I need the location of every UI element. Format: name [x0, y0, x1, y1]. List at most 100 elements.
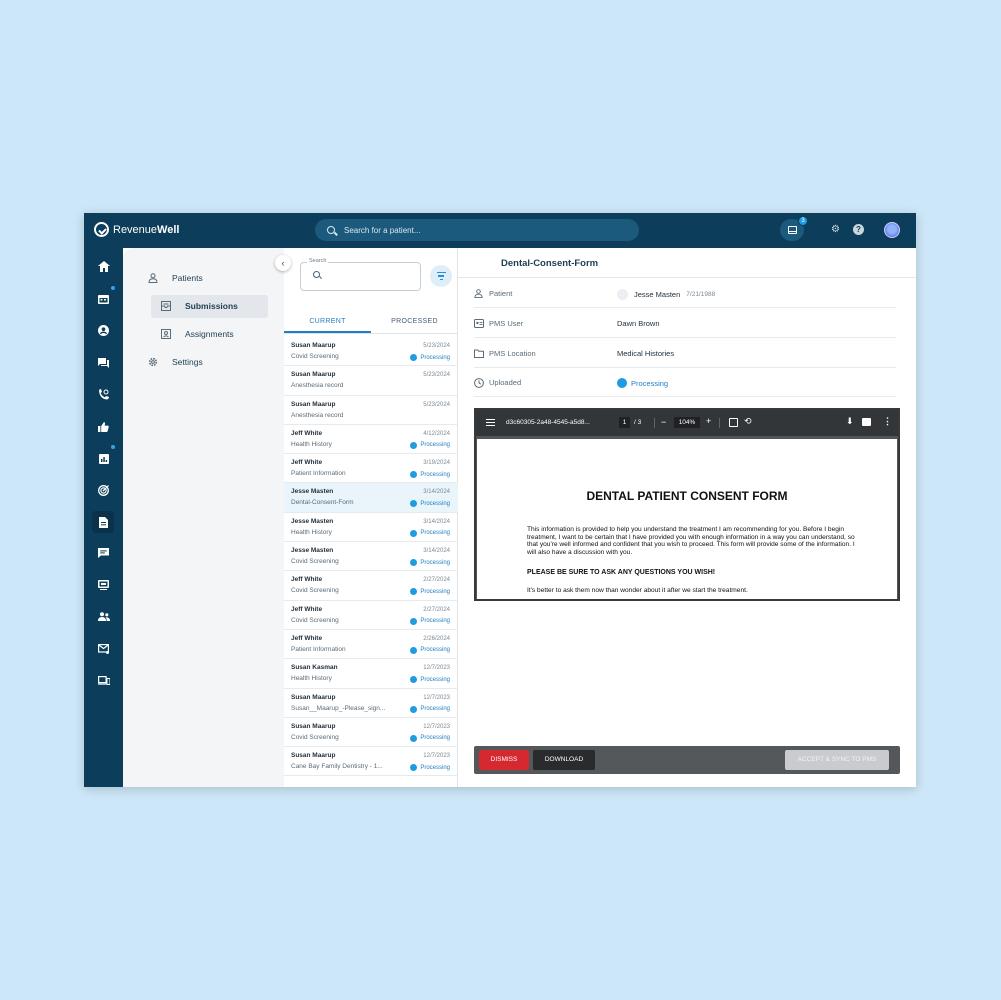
home-icon[interactable]: [96, 259, 111, 274]
patient-search-placeholder: Search for a patient...: [344, 225, 421, 235]
list-item-date: 2/26/2024: [423, 635, 450, 642]
list-item[interactable]: Jesse Masten Dental-Consent-Form 3/14/2024…: [284, 483, 458, 513]
patient-avatar: [617, 289, 628, 300]
inbox-icon: [787, 226, 797, 234]
list-item[interactable]: Jeff White Patient Information 2/26/2024 Pr…: [284, 630, 458, 660]
dismiss-button[interactable]: DISMISS: [479, 750, 529, 770]
user-avatar[interactable]: [884, 222, 900, 238]
list-item-form: Patient Information: [291, 470, 346, 478]
processing-icon: [410, 559, 418, 567]
list-item-form: Health History: [291, 440, 332, 448]
calendar-icon[interactable]: [96, 291, 111, 306]
search-icon: [313, 271, 320, 278]
list-item-status-text: Processing: [420, 764, 450, 771]
more-vertical-icon[interactable]: ⋮: [883, 416, 892, 427]
patient-field: Patient Jesse Masten 7/21/1988: [474, 279, 896, 308]
list-item-form: Anesthesia record: [291, 411, 344, 419]
list-item-status-text: Processing: [420, 588, 450, 595]
app-window: RevenueWell Search for a patient... 3 ⚙ …: [84, 213, 916, 787]
list-item[interactable]: Susan Maarup Covid Screening 12/7/2023 Proc…: [284, 718, 458, 748]
group-icon[interactable]: [96, 609, 111, 624]
nav-assignments[interactable]: Assignments: [161, 329, 234, 339]
list-item-date: 2/27/2024: [423, 577, 450, 584]
list-item-date: 12/7/2023: [423, 753, 450, 760]
person-icon: [474, 289, 483, 298]
fit-page-icon[interactable]: [729, 418, 738, 427]
pdf-page-input[interactable]: 1: [619, 417, 630, 428]
tab-processed[interactable]: PROCESSED: [371, 310, 458, 333]
divider: [719, 418, 720, 428]
zoom-out-icon[interactable]: −: [661, 417, 666, 427]
patient-value[interactable]: Jesse Masten 7/21/1988: [617, 289, 715, 300]
menu-icon[interactable]: [486, 419, 495, 426]
download-button[interactable]: DOWNLOAD: [533, 750, 595, 770]
list-item[interactable]: Jeff White Health History 4/12/2024 Process…: [284, 425, 458, 455]
list-item-date: 2/27/2024: [423, 606, 450, 613]
list-item[interactable]: Susan Kasman Health History 12/7/2023 Proce…: [284, 659, 458, 689]
patient-search-input[interactable]: Search for a patient...: [315, 219, 639, 241]
nav-submissions[interactable]: Submissions: [161, 301, 238, 311]
filter-icon-line: [438, 275, 444, 277]
rotate-icon[interactable]: ⟲: [744, 416, 752, 427]
processing-icon: [410, 764, 418, 772]
pdf-zoom-level[interactable]: 104%: [674, 417, 700, 428]
processing-icon: [410, 441, 418, 449]
nav-panel: Patients Submissions Assignments Setting…: [123, 248, 284, 787]
target-icon[interactable]: [96, 483, 111, 498]
nav-patients[interactable]: Patients: [148, 273, 203, 283]
nav-settings[interactable]: Settings: [148, 357, 203, 367]
uploaded-field: Uploaded Processing: [474, 368, 896, 397]
download-icon[interactable]: ⬇: [846, 416, 854, 427]
message-icon[interactable]: [96, 545, 111, 560]
account-circle-icon[interactable]: [96, 323, 111, 338]
list-item-status: Processing: [410, 529, 450, 537]
print-icon[interactable]: [862, 418, 871, 426]
document-paragraph: This information is provided to help you…: [527, 526, 855, 556]
accept-sync-button[interactable]: ACCEPT & SYNC TO PMS: [785, 750, 889, 770]
pdf-page-total: / 3: [634, 419, 642, 426]
list-item[interactable]: Susan Maarup Cane Bay Family Dentistry - …: [284, 747, 458, 777]
devices-icon[interactable]: [96, 673, 111, 688]
pms-user-value: Dawn Brown: [617, 319, 660, 328]
list-item[interactable]: Susan Maarup Susan__Maarup_-Please_sign..…: [284, 689, 458, 718]
list-tabs: CURRENT PROCESSED: [284, 310, 458, 334]
pms-user-field: PMS User Dawn Brown: [474, 309, 896, 338]
document-icon[interactable]: [92, 511, 114, 533]
list-item[interactable]: Susan Maarup Anesthesia record 5/23/2024: [284, 396, 458, 425]
filter-button[interactable]: [430, 265, 452, 287]
processing-icon: [410, 734, 418, 742]
list-item-status-text: Processing: [420, 559, 450, 566]
list-item[interactable]: Jesse Masten Health History 3/14/2024 Proce…: [284, 513, 458, 543]
list-item-status: Processing: [410, 734, 450, 742]
pdf-toolbar: d3c60305-2a48-4545-a5d8... 1 / 3 − 104% …: [476, 410, 898, 436]
list-item[interactable]: Susan Maarup Anesthesia record 5/23/2024: [284, 366, 458, 396]
nav-patients-label: Patients: [172, 273, 203, 283]
id-card-icon: [474, 319, 484, 328]
pms-location-label-text: PMS Location: [489, 349, 536, 358]
tab-current[interactable]: CURRENT: [284, 310, 371, 333]
pdf-viewer: d3c60305-2a48-4545-a5d8... 1 / 3 − 104% …: [474, 408, 900, 601]
zoom-in-icon[interactable]: +: [706, 416, 711, 426]
list-item[interactable]: Susan Maarup Covid Screening 5/23/2024 Proc…: [284, 337, 458, 367]
list-item[interactable]: Jeff White Covid Screening 2/27/2024 Proces…: [284, 571, 458, 601]
chevron-left-icon: ‹: [281, 258, 285, 268]
list-item[interactable]: Jesse Masten Covid Screening 3/14/2024 Proc…: [284, 542, 458, 572]
collapse-panel-button[interactable]: ‹: [275, 255, 291, 271]
list-item-status: Processing: [410, 676, 450, 684]
list-item[interactable]: Jeff White Covid Screening 2/27/2024 Proces…: [284, 601, 458, 630]
screen-icon[interactable]: [96, 577, 111, 592]
settings-gear-icon[interactable]: ⚙: [830, 224, 841, 235]
analytics-icon[interactable]: [96, 451, 111, 466]
uploaded-field-label: Uploaded: [474, 378, 521, 388]
list-item-status-text: Processing: [420, 647, 450, 654]
phone-icon[interactable]: [96, 387, 111, 402]
processing-icon: [617, 378, 627, 388]
thumbs-up-icon[interactable]: [96, 419, 111, 434]
list-search-input[interactable]: Search: [300, 258, 421, 291]
help-icon[interactable]: ?: [853, 224, 864, 235]
logo[interactable]: RevenueWell: [94, 222, 179, 237]
mail-icon[interactable]: [96, 641, 111, 656]
processing-icon: [410, 529, 418, 537]
list-item[interactable]: Jeff White Patient Information 3/19/2024 Pr…: [284, 454, 458, 484]
chat-icon[interactable]: [96, 355, 111, 370]
